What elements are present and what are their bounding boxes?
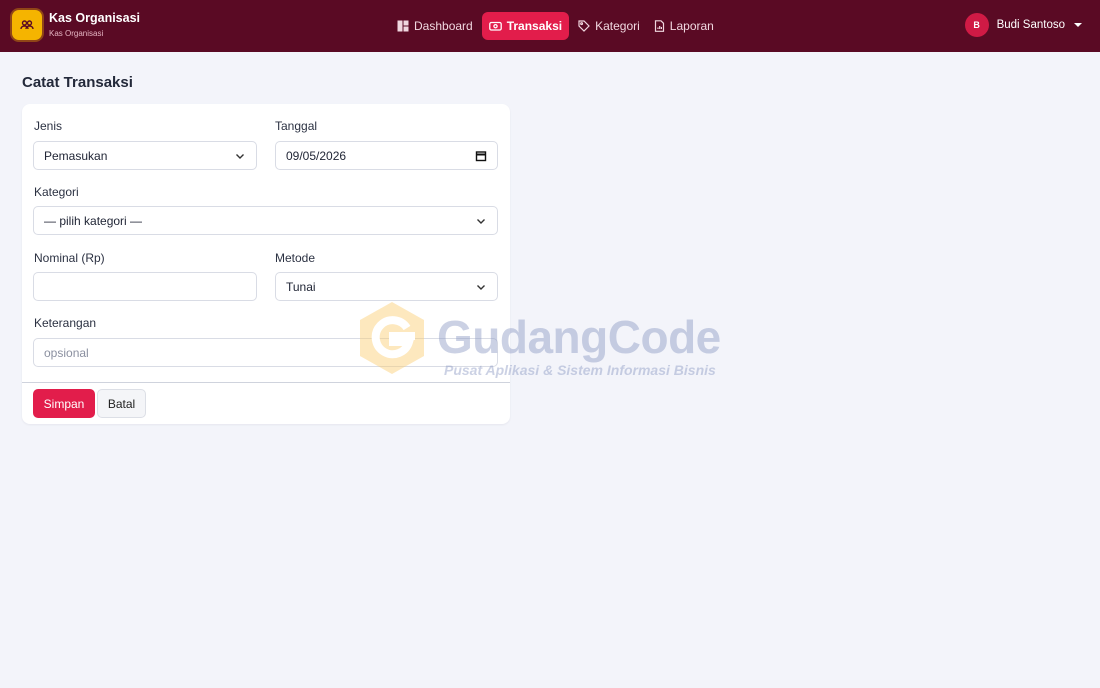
dashboard-icon [397,20,409,32]
nav-item-dashboard[interactable]: Dashboard [392,12,478,40]
tanggal-label: Tanggal [275,119,318,133]
top-navbar: Kas Organisasi Kas Organisasi Dashboard … [0,0,1100,52]
keterangan-placeholder: opsional [44,345,89,360]
chevron-down-icon [477,284,485,290]
users-icon [12,10,42,40]
nav-item-kategori[interactable]: Kategori [573,12,645,40]
form-divider [22,382,510,383]
app-subtitle: Kas Organisasi [49,28,104,38]
chevron-down-icon [477,218,485,224]
app-title: Kas Organisasi [49,10,141,25]
jenis-select[interactable]: Pemasukan [33,141,257,170]
report-icon [654,20,664,32]
tanggal-date-input[interactable]: 09/05/2026 [275,141,498,170]
user-name: Budi Santoso [996,19,1065,31]
keterangan-label: Keterangan [34,316,97,330]
metode-label: Metode [275,251,316,265]
transaction-form: Jenis Pemasukan Tanggal 09/05/2026 Kateg… [22,104,510,424]
cancel-button[interactable]: Batal [97,389,146,418]
jenis-value: Pemasukan [44,148,108,163]
nav-label: Transaksi [506,19,563,33]
save-button[interactable]: Simpan [33,389,95,418]
keterangan-input[interactable]: opsional [33,338,498,367]
nav-item-laporan[interactable]: Laporan [649,12,719,40]
kategori-label: Kategori [34,185,79,199]
metode-select[interactable]: Tunai [275,272,498,301]
nav-label: Laporan [669,19,714,33]
nominal-input[interactable] [33,272,257,301]
nav-label: Dashboard [414,19,473,33]
calendar-icon[interactable] [475,150,487,162]
caret-down-icon [1074,23,1082,27]
nav-item-transaksi[interactable]: Transaksi [481,12,570,40]
page-title: Catat Transaksi [22,74,133,91]
user-menu[interactable]: B Budi Santoso [964,13,1082,37]
main-nav: Dashboard Transaksi Kategori Laporan [392,12,723,40]
avatar: B [964,13,989,37]
kategori-value: — pilih kategori — [44,213,143,228]
metode-value: Tunai [286,279,316,294]
chevron-down-icon [236,153,244,159]
cash-icon [488,21,502,31]
jenis-label: Jenis [34,119,63,133]
nav-label: Kategori [595,19,640,33]
tanggal-value: 09/05/2026 [286,148,347,163]
tag-icon [578,20,590,32]
brand[interactable]: Kas Organisasi Kas Organisasi [12,10,140,40]
nominal-label: Nominal (Rp) [34,251,105,265]
kategori-select[interactable]: — pilih kategori — [33,206,498,235]
